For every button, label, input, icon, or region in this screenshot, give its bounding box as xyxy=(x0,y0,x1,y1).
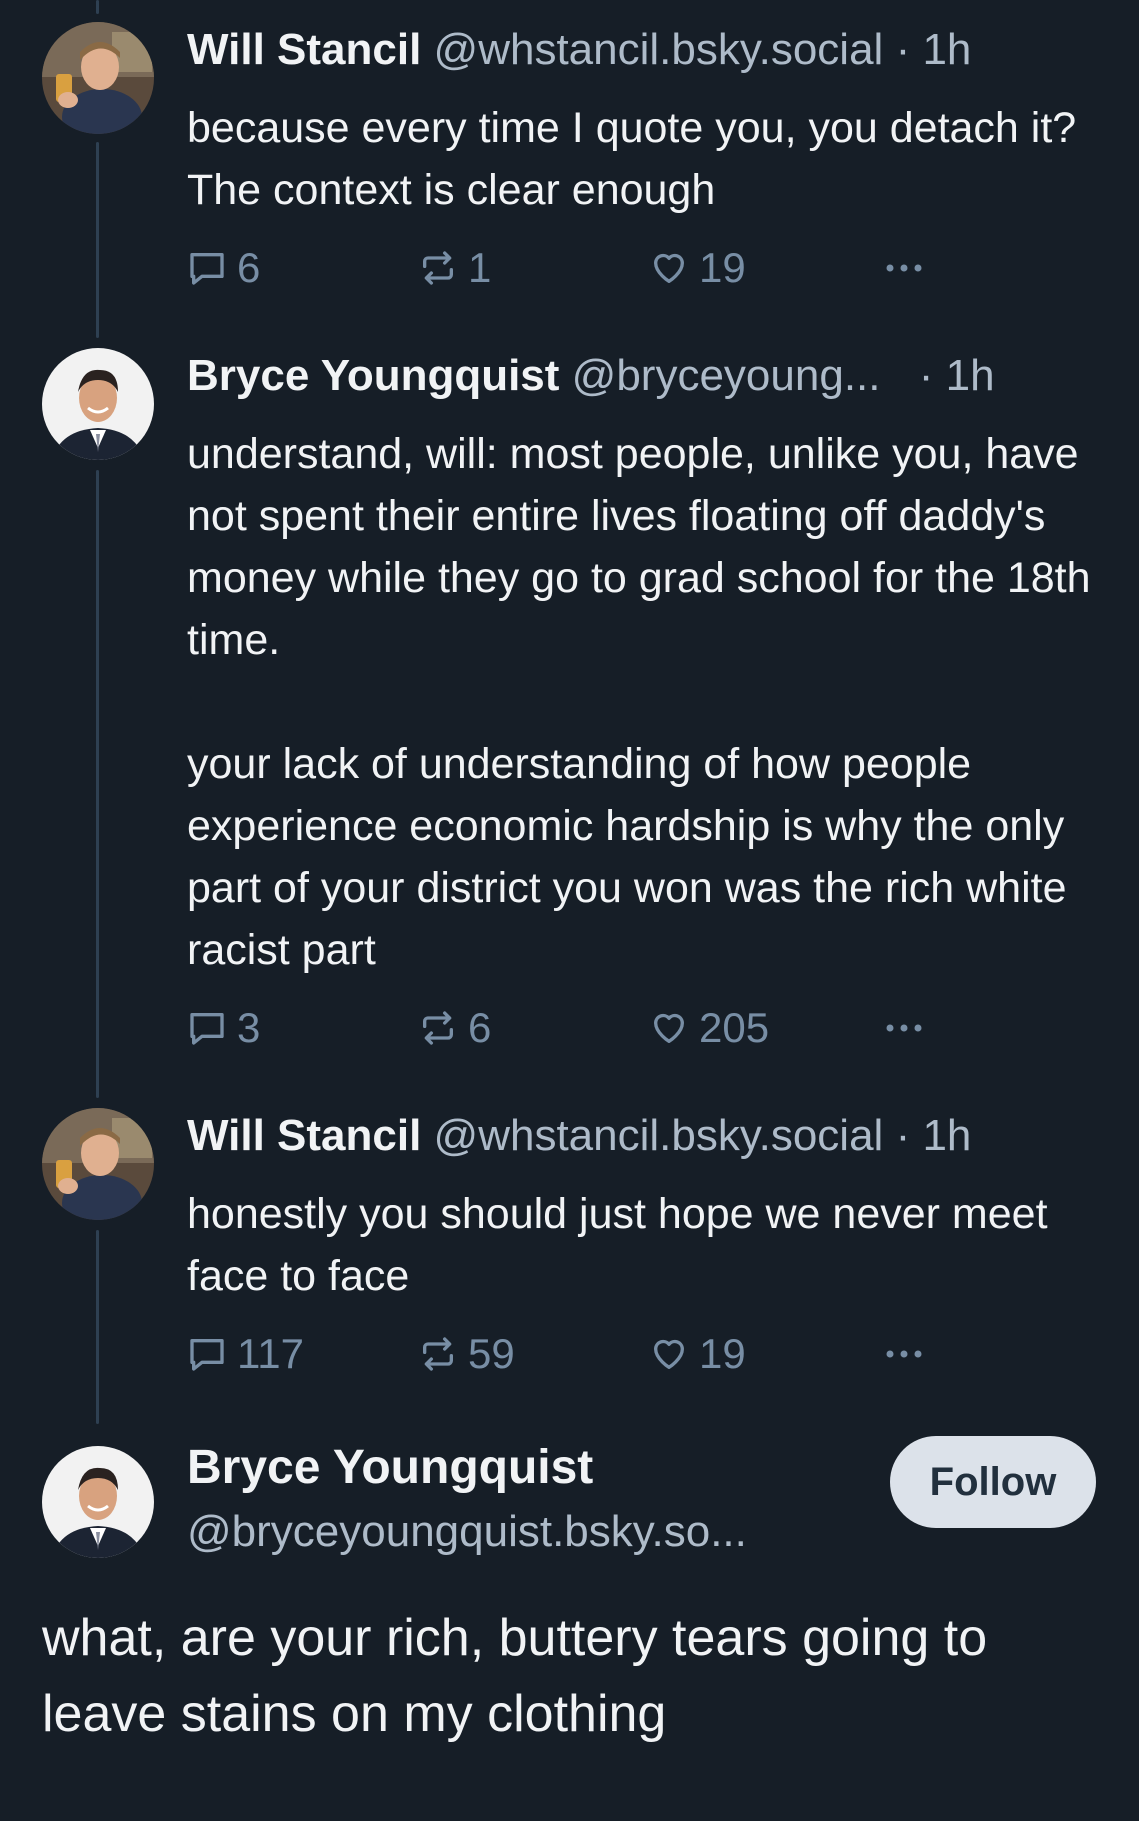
avatar[interactable] xyxy=(42,22,154,134)
reply-button[interactable]: 117 xyxy=(187,1329,304,1379)
like-button[interactable]: 19 xyxy=(649,243,746,293)
like-count: 19 xyxy=(699,244,746,291)
repost-count: 6 xyxy=(468,1004,492,1051)
post-header: Will Stancil @whstancil.bsky.social · 1h xyxy=(187,1110,971,1162)
ellipsis-icon xyxy=(886,1024,922,1032)
repost-count: 59 xyxy=(468,1330,515,1377)
ellipsis-icon xyxy=(886,264,922,272)
post-actions: 117 59 19 xyxy=(187,1329,947,1379)
repost-count: 1 xyxy=(468,244,492,291)
author-name[interactable]: Bryce Youngquist xyxy=(187,1440,593,1496)
post-header: Will Stancil @whstancil.bsky.social · 1h xyxy=(187,24,971,76)
reply-icon xyxy=(190,1013,224,1045)
thread-line xyxy=(96,1230,99,1424)
repost-icon xyxy=(423,1337,453,1371)
author-name[interactable]: Bryce Youngquist xyxy=(187,351,559,400)
author-handle[interactable]: @bryceyoungquist.bsky.so... xyxy=(187,1506,747,1558)
heart-icon xyxy=(654,253,684,283)
post-time[interactable]: 1h xyxy=(946,351,995,400)
avatar[interactable] xyxy=(42,1108,154,1220)
post-time[interactable]: 1h xyxy=(922,1111,971,1160)
like-count: 205 xyxy=(699,1004,770,1051)
avatar[interactable] xyxy=(42,348,154,460)
more-options-button[interactable] xyxy=(881,1329,937,1379)
ellipsis-icon xyxy=(886,1350,922,1358)
post-text: because every time I quote you, you deta… xyxy=(187,104,1088,214)
post-actions: 6 1 19 xyxy=(187,243,947,293)
separator-dot: · xyxy=(895,25,911,74)
like-count: 19 xyxy=(699,1330,746,1377)
reply-count: 3 xyxy=(237,1004,261,1051)
author-handle[interactable]: @whstancil.bsky.social xyxy=(434,25,884,74)
reply-button[interactable]: 3 xyxy=(187,1003,260,1053)
author-name[interactable]: Will Stancil xyxy=(187,1111,421,1160)
heart-icon xyxy=(654,1339,684,1369)
separator-dot: · xyxy=(895,1111,911,1160)
repost-button[interactable]: 59 xyxy=(418,1329,515,1379)
author-handle[interactable]: @whstancil.bsky.social xyxy=(434,1111,884,1160)
post-time[interactable]: 1h xyxy=(922,25,971,74)
post-header: Bryce Youngquist @bryceyoung... · 1h xyxy=(187,350,995,402)
thread-line xyxy=(96,470,99,1098)
more-options-button[interactable] xyxy=(881,243,937,293)
repost-button[interactable]: 6 xyxy=(418,1003,491,1053)
reply-count: 117 xyxy=(237,1330,304,1377)
more-options-button[interactable] xyxy=(881,1003,937,1053)
repost-button[interactable]: 1 xyxy=(418,243,491,293)
reply-icon xyxy=(190,1339,224,1371)
post-text: understand, will: most people, unlike yo… xyxy=(187,430,1091,974)
author-name[interactable]: Will Stancil xyxy=(187,25,421,74)
author-handle[interactable]: @bryceyoung... xyxy=(572,351,881,400)
repost-icon xyxy=(423,1011,453,1045)
repost-icon xyxy=(423,251,453,285)
like-button[interactable]: 205 xyxy=(649,1003,769,1053)
thread-line xyxy=(96,142,99,338)
post-text: what, are your rich, buttery tears going… xyxy=(42,1609,988,1743)
like-button[interactable]: 19 xyxy=(649,1329,746,1379)
reply-icon xyxy=(190,253,224,285)
heart-icon xyxy=(654,1013,684,1043)
post-actions: 3 6 205 xyxy=(187,1003,947,1053)
post-text: honestly you should just hope we never m… xyxy=(187,1190,1060,1300)
avatar[interactable] xyxy=(42,1446,154,1558)
reply-button[interactable]: 6 xyxy=(187,243,260,293)
follow-button[interactable]: Follow xyxy=(890,1436,1096,1528)
thread-line xyxy=(96,0,99,14)
reply-count: 6 xyxy=(237,244,261,291)
separator-dot: · xyxy=(918,351,934,400)
